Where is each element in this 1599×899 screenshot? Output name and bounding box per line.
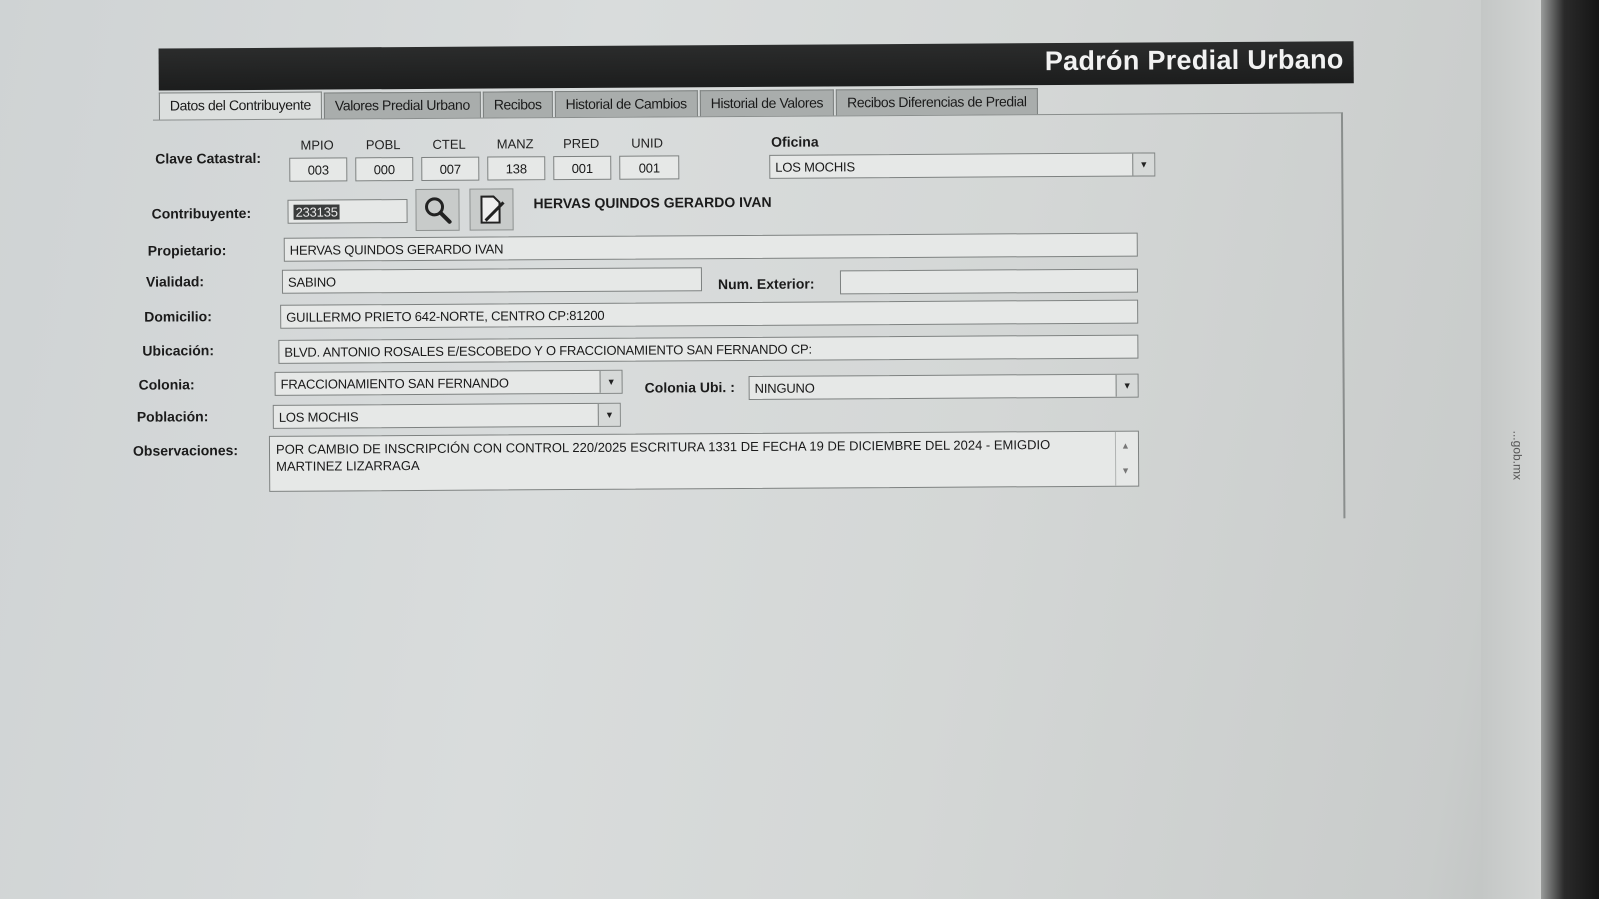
ctel-field[interactable]: 007 (421, 156, 480, 181)
background-edge (1541, 0, 1599, 899)
oficina-label: Oficina (771, 133, 819, 150)
ubicacion-field[interactable]: BLVD. ANTONIO ROSALES E/ESCOBEDO Y O FRA… (278, 334, 1139, 364)
chevron-down-icon[interactable]: ▼ (597, 403, 620, 426)
colonia-ubi-select[interactable]: NINGUNO ▼ (748, 373, 1139, 400)
edge-text: ...gob.mx (1510, 430, 1524, 480)
vialidad-label: Vialidad: (145, 273, 205, 290)
poblacion-value: LOS MOCHIS (278, 409, 359, 425)
manz-field[interactable]: 138 (487, 156, 546, 181)
edit-button[interactable] (469, 188, 514, 231)
oficina-value: LOS MOCHIS (775, 159, 855, 175)
tab-panel: Clave Catastral: MPIO POBL CTEL MANZ PRE… (133, 112, 1346, 526)
contribuyente-name: HERVAS QUINDOS GERARDO IVAN (533, 193, 772, 212)
colonia-ubi-value: NINGUNO (754, 380, 815, 396)
observaciones-textarea[interactable]: POR CAMBIO DE INSCRIPCIÓN CON CONTROL 22… (268, 430, 1140, 492)
unid-field[interactable]: 001 (619, 155, 680, 180)
manz-header: MANZ (496, 136, 534, 152)
unid-header: UNID (631, 135, 664, 151)
chevron-down-icon[interactable]: ▼ (1115, 374, 1138, 397)
search-icon (425, 197, 452, 224)
colonia-select[interactable]: FRACCIONAMIENTO SAN FERNANDO ▼ (274, 369, 623, 396)
propietario-field[interactable]: HERVAS QUINDOS GERARDO IVAN (283, 232, 1138, 262)
tab-historial-cambios[interactable]: Historial de Cambios (554, 90, 698, 118)
scroll-up-icon[interactable]: ▲ (1121, 438, 1130, 455)
predial-window: Padrón Predial Urbano Datos del Contribu… (119, 41, 1362, 529)
tab-valores-predial[interactable]: Valores Predial Urbano (323, 91, 481, 119)
colonia-label: Colonia: (138, 376, 195, 393)
scrollbar[interactable]: ▲ ▼ (1114, 431, 1139, 486)
poblacion-label: Población: (136, 408, 209, 425)
chevron-down-icon[interactable]: ▼ (1132, 153, 1155, 176)
num-exterior-label: Num. Exterior: (717, 275, 815, 293)
scroll-down-icon[interactable]: ▼ (1121, 463, 1130, 480)
domicilio-label: Domicilio: (144, 308, 212, 325)
tab-historial-valores[interactable]: Historial de Valores (699, 89, 835, 117)
contribuyente-value: 233135 (293, 204, 340, 220)
tab-recibos-diferencias[interactable]: Recibos Diferencias de Predial (836, 88, 1038, 116)
pobl-field[interactable]: 000 (355, 156, 414, 182)
ctel-header: CTEL (432, 136, 466, 152)
pred-field[interactable]: 001 (553, 155, 612, 181)
mpio-header: MPIO (300, 137, 334, 153)
colonia-ubi-label: Colonia Ubi. : (644, 379, 735, 396)
tab-datos-contribuyente[interactable]: Datos del Contribuyente (158, 91, 322, 121)
ubicacion-label: Ubicación: (142, 342, 215, 359)
mpio-field[interactable]: 003 (289, 157, 348, 182)
observaciones-label: Observaciones: (132, 442, 239, 459)
tab-recibos[interactable]: Recibos (482, 91, 553, 118)
num-exterior-field[interactable] (839, 268, 1139, 295)
title-bar: Padrón Predial Urbano (158, 41, 1354, 91)
pobl-header: POBL (365, 137, 401, 153)
propietario-label: Propietario: (147, 242, 227, 259)
window-title: Padrón Predial Urbano (1044, 44, 1344, 77)
vialidad-field[interactable]: SABINO (281, 267, 703, 294)
search-button[interactable] (415, 188, 460, 231)
edit-icon (480, 195, 505, 224)
domicilio-field[interactable]: GUILLERMO PRIETO 642-NORTE, CENTRO CP:81… (280, 299, 1139, 329)
chevron-down-icon[interactable]: ▼ (599, 370, 622, 393)
colonia-value: FRACCIONAMIENTO SAN FERNANDO (280, 375, 509, 392)
contribuyente-input[interactable]: 233135 (287, 199, 408, 224)
contribuyente-label: Contribuyente: (151, 204, 252, 222)
observaciones-value: POR CAMBIO DE INSCRIPCIÓN CON CONTROL 22… (275, 437, 1051, 474)
oficina-select[interactable]: LOS MOCHIS ▼ (769, 152, 1156, 179)
clave-catastral-label: Clave Catastral: (155, 149, 262, 167)
pred-header: PRED (563, 135, 600, 152)
poblacion-select[interactable]: LOS MOCHIS ▼ (272, 402, 621, 429)
